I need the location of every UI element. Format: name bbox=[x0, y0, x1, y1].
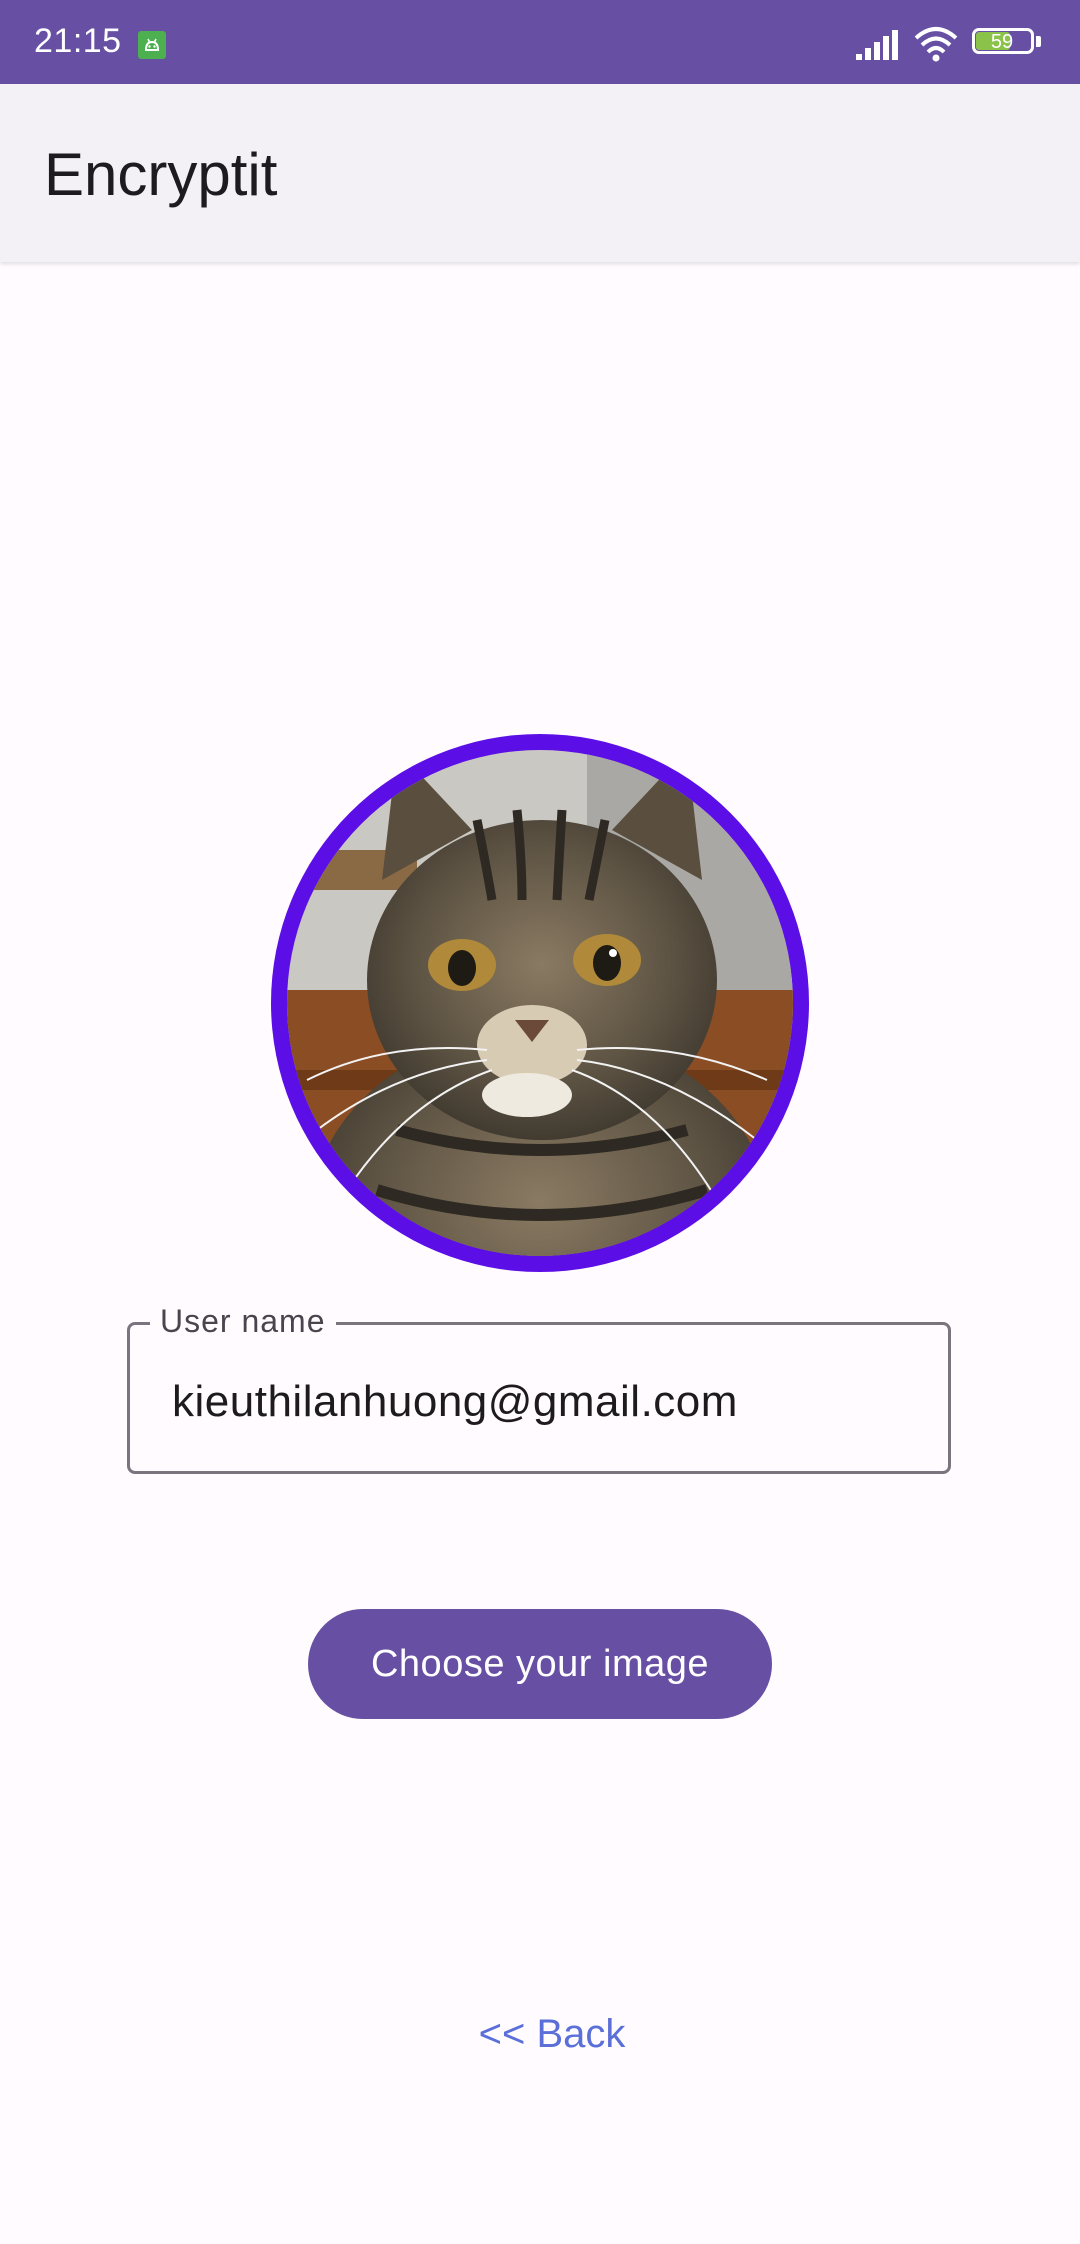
cat-photo bbox=[287, 750, 793, 1256]
android-notification-icon bbox=[138, 31, 166, 59]
signal-icon bbox=[856, 28, 900, 67]
status-time: 21:15 bbox=[34, 22, 122, 60]
app-screen: 21:15 59 Encryptit User name kieuthilanh… bbox=[0, 0, 1080, 2244]
battery-icon: 59 bbox=[972, 28, 1041, 58]
choose-image-button[interactable]: Choose your image bbox=[308, 1609, 772, 1719]
username-field-label: User name bbox=[150, 1303, 336, 1340]
username-field[interactable]: User name kieuthilanhuong@gmail.com bbox=[127, 1303, 951, 1474]
app-title: Encryptit bbox=[44, 141, 278, 208]
app-bar: Encryptit bbox=[0, 84, 1080, 262]
username-field-value[interactable]: kieuthilanhuong@gmail.com bbox=[172, 1377, 738, 1427]
back-link[interactable]: << Back bbox=[0, 2012, 1080, 2057]
status-bar: 21:15 59 bbox=[0, 0, 1080, 84]
battery-level: 59 bbox=[990, 31, 1014, 53]
wifi-icon bbox=[914, 26, 958, 67]
battery-cap bbox=[1036, 36, 1041, 47]
avatar-image[interactable] bbox=[271, 734, 809, 1272]
